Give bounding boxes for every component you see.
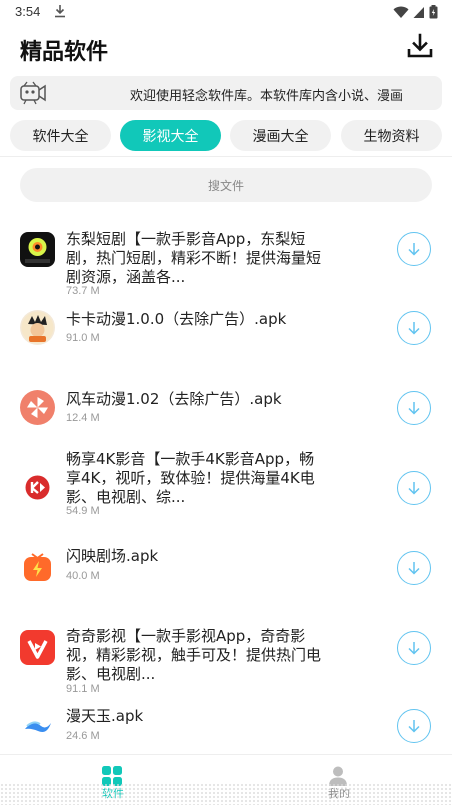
download-button[interactable] bbox=[397, 551, 431, 585]
download-arrow-icon bbox=[408, 482, 420, 495]
download-button[interactable] bbox=[397, 311, 431, 345]
download-button[interactable] bbox=[397, 471, 431, 505]
nav-software[interactable]: 软件 bbox=[0, 755, 226, 805]
shanying-icon bbox=[20, 550, 55, 585]
download-arrow-icon bbox=[408, 642, 420, 655]
item-size: 40.0 M bbox=[66, 570, 100, 582]
mantianyu-icon bbox=[20, 708, 55, 743]
download-arrow-icon bbox=[408, 243, 420, 256]
download-arrow-icon bbox=[408, 322, 420, 335]
divider bbox=[0, 156, 452, 157]
download-button[interactable] bbox=[397, 232, 431, 266]
download-button[interactable] bbox=[397, 391, 431, 425]
category-tabs: 软件大全 影视大全 漫画大全 生物资料 bbox=[10, 120, 452, 152]
dongli-icon bbox=[20, 232, 55, 267]
page-title: 精品软件 bbox=[20, 40, 109, 65]
qiqi-icon bbox=[20, 630, 55, 665]
status-time: 3:54 bbox=[15, 4, 41, 19]
battery-icon bbox=[429, 5, 438, 19]
download-button[interactable] bbox=[397, 631, 431, 665]
app-header: 精品软件 bbox=[0, 26, 452, 70]
item-name: 畅享4K影音【一款手4K影音App，畅享4K，视听，致体验！提供海量4K电影、电… bbox=[66, 450, 315, 506]
bottom-nav: 软件 我的 bbox=[0, 754, 452, 805]
nav-profile[interactable]: 我的 bbox=[226, 755, 452, 805]
notice-text: 欢迎使用轻念软件库。本软件库内含小说、漫画 bbox=[130, 89, 404, 104]
signal-icon bbox=[413, 6, 424, 18]
nav-label: 软件 bbox=[102, 787, 124, 800]
item-size: 91.1 M bbox=[66, 683, 100, 695]
download-arrow-icon bbox=[408, 562, 420, 575]
tab-video[interactable]: 影视大全 bbox=[120, 120, 221, 151]
download-arrow-icon bbox=[408, 402, 420, 415]
grid-icon bbox=[102, 766, 122, 786]
nav-label: 我的 bbox=[328, 787, 350, 800]
item-name: 风车动漫1.02（去除广告）.apk bbox=[66, 390, 282, 408]
item-size: 12.4 M bbox=[66, 412, 100, 424]
tab-biology[interactable]: 生物资料 bbox=[341, 120, 442, 151]
item-name: 闪映剧场.apk bbox=[66, 547, 159, 565]
download-status-icon bbox=[55, 5, 65, 18]
announcement-icon bbox=[20, 81, 46, 105]
changxiang-icon bbox=[20, 470, 55, 505]
search-input[interactable]: 搜文件 bbox=[20, 168, 432, 202]
download-manager-icon[interactable] bbox=[406, 32, 434, 60]
item-name: 卡卡动漫1.0.0（去除广告）.apk bbox=[66, 310, 287, 328]
status-right bbox=[393, 5, 438, 19]
user-icon bbox=[329, 766, 347, 786]
item-size: 24.6 M bbox=[66, 730, 100, 742]
item-name: 漫天玉.apk bbox=[66, 707, 144, 725]
tab-software[interactable]: 软件大全 bbox=[10, 120, 111, 151]
status-bar: 3:54 bbox=[0, 0, 452, 26]
item-size: 91.0 M bbox=[66, 332, 100, 344]
item-name: 奇奇影视【一款手影视App，奇奇影视，精彩影视，触手可及！提供热门电影、电视剧.… bbox=[66, 627, 322, 683]
tab-comics[interactable]: 漫画大全 bbox=[230, 120, 331, 151]
item-name: 东梨短剧【一款手影音App，东梨短剧，热门短剧，精彩不断！提供海量短剧资源，涵盖… bbox=[66, 230, 322, 286]
wifi-icon bbox=[393, 6, 409, 18]
item-size: 54.9 M bbox=[66, 505, 100, 517]
download-button[interactable] bbox=[397, 709, 431, 743]
download-arrow-icon bbox=[408, 720, 420, 733]
item-size: 73.7 M bbox=[66, 285, 100, 297]
kaka-icon bbox=[20, 310, 55, 345]
fengche-icon bbox=[20, 390, 55, 425]
notice-bar[interactable]: 欢迎使用轻念软件库。本软件库内含小说、漫画 bbox=[10, 76, 442, 110]
